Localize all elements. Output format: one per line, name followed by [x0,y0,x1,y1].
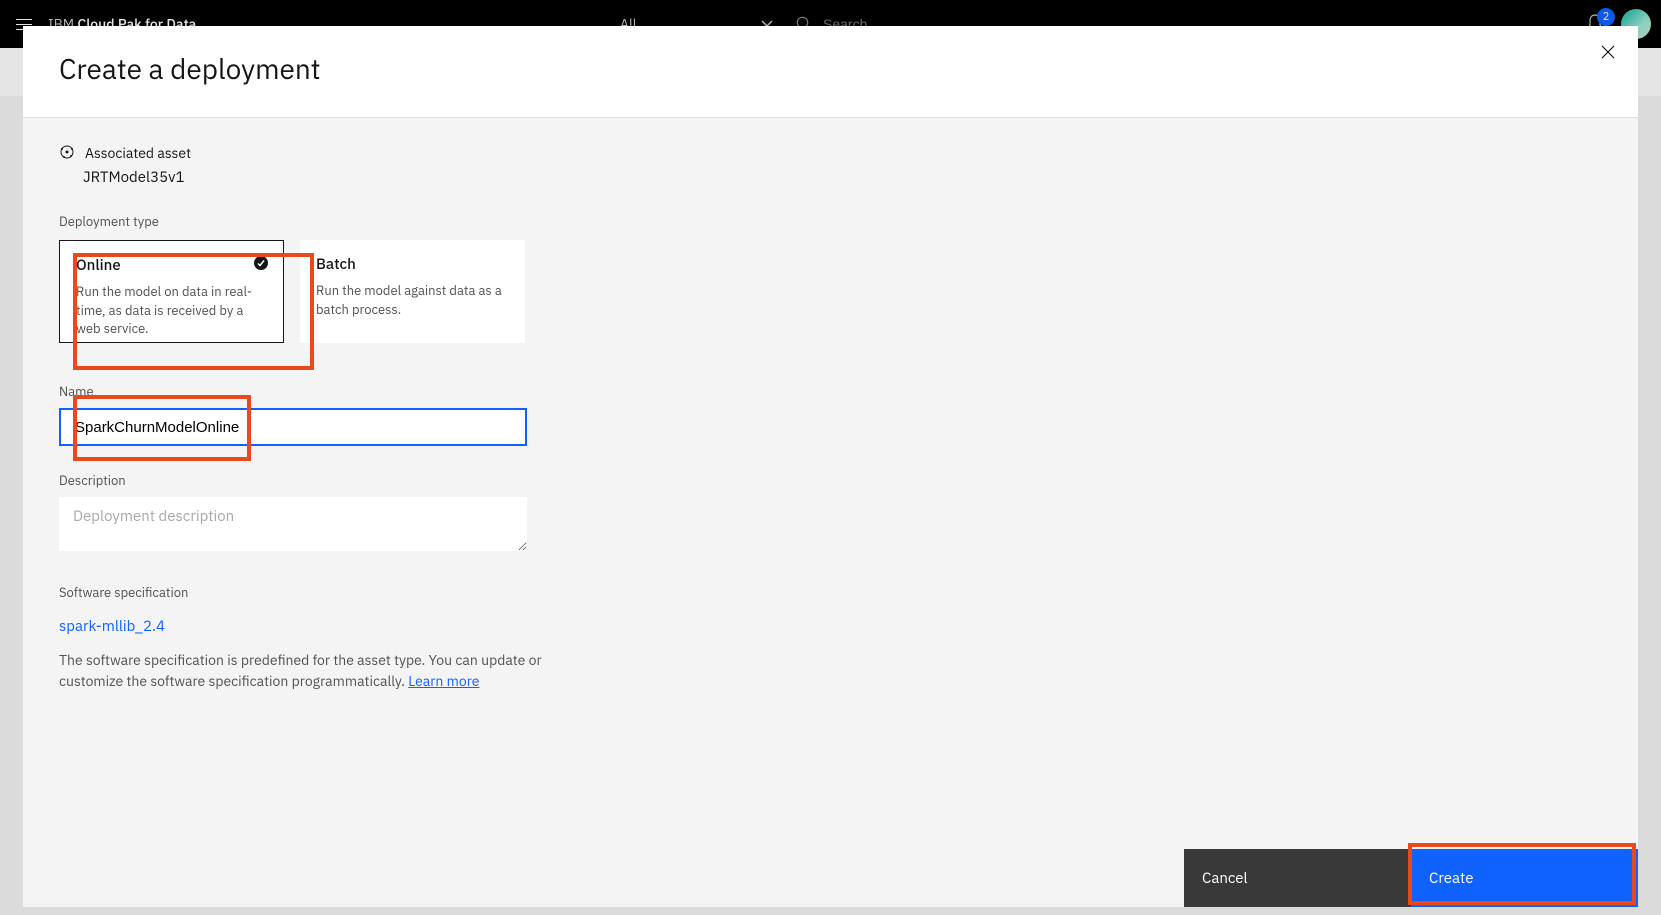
learn-more-link[interactable]: Learn more [408,672,479,690]
description-block: Description [59,472,1602,556]
create-button[interactable]: Create [1411,849,1638,907]
deployment-type-cards: Online Run the model on data in real-tim… [59,240,1602,343]
name-input[interactable] [59,408,527,446]
create-deployment-modal: Create a deployment Associated asset JRT… [23,26,1638,907]
deployment-type-online[interactable]: Online Run the model on data in real-tim… [59,240,284,343]
close-button[interactable] [1596,40,1620,64]
name-block: Name [59,383,1602,446]
associated-asset-value: JRTModel35v1 [83,168,1602,187]
software-spec-label: Software specification [59,584,579,601]
notification-badge: 2 [1597,8,1615,26]
associated-asset-row: Associated asset [59,144,1602,162]
description-label: Description [59,472,1602,489]
card-desc: Run the model on data in real-time, as d… [76,283,267,340]
name-label: Name [59,383,1602,400]
cancel-button[interactable]: Cancel [1184,849,1411,907]
card-title: Batch [316,254,509,276]
checkmark-filled-icon [253,255,269,271]
asset-icon [59,144,75,160]
modal-title: Create a deployment [59,50,1602,87]
card-title: Online [76,255,267,277]
software-spec-text: The software specification is predefined… [59,650,579,692]
deployment-type-batch[interactable]: Batch Run the model against data as a ba… [300,240,525,343]
description-textarea[interactable] [59,497,527,551]
cancel-button-label: Cancel [1202,869,1248,888]
create-button-label: Create [1429,869,1473,888]
software-spec-block: Software specification spark-mllib_2.4 T… [59,584,579,692]
associated-asset-label: Associated asset [85,144,191,162]
card-desc: Run the model against data as a batch pr… [316,282,509,320]
close-icon [1600,44,1616,60]
software-spec-link[interactable]: spark-mllib_2.4 [59,617,165,636]
modal-body: Associated asset JRTModel35v1 Deployment… [23,118,1638,907]
deployment-type-label: Deployment type [59,213,1602,230]
modal-footer: Cancel Create [1184,849,1638,907]
modal-header: Create a deployment [23,26,1638,118]
